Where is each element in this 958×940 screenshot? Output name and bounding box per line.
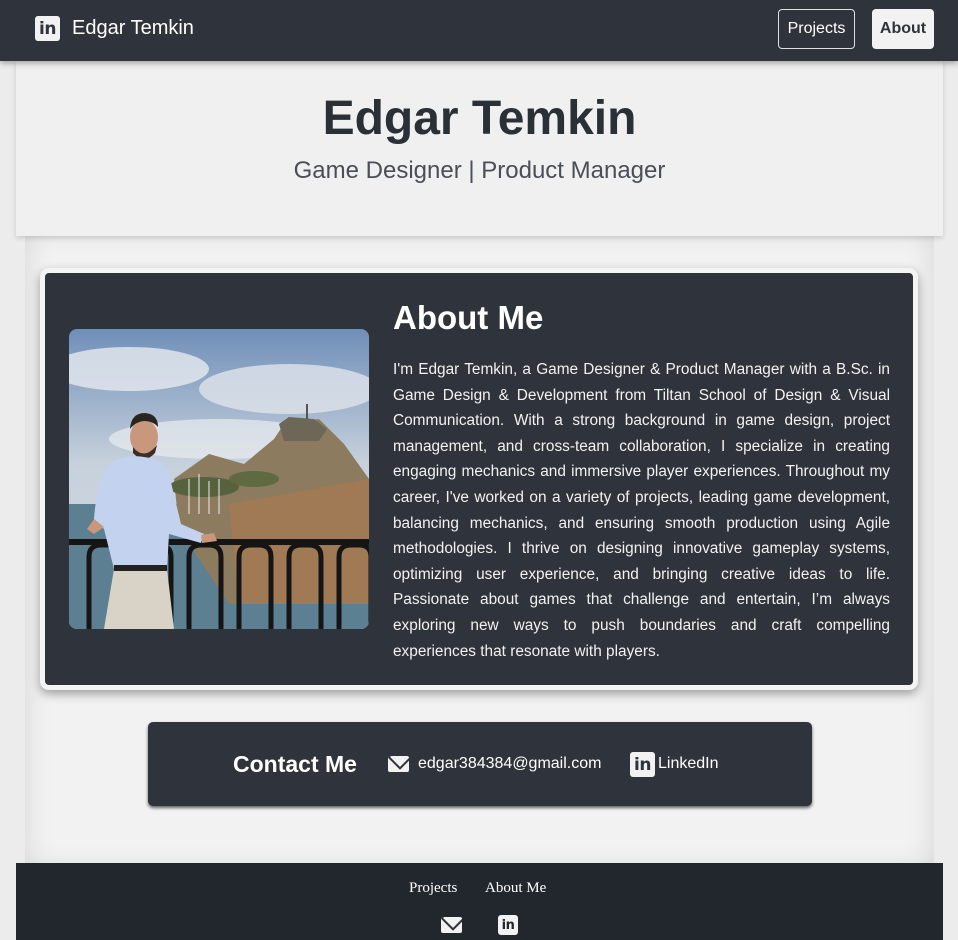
linkedin-icon[interactable]: in xyxy=(498,915,518,935)
contact-bar: Contact Me edgar384384@gmail.com in Link… xyxy=(148,722,812,806)
linkedin-icon[interactable]: in xyxy=(35,16,60,41)
contact-email-link[interactable]: edgar384384@gmail.com xyxy=(418,755,601,773)
about-text: I'm Edgar Temkin, a Game Designer & Prod… xyxy=(393,361,890,660)
page-title: Edgar Temkin xyxy=(322,92,637,145)
brand[interactable]: in Edgar Temkin xyxy=(35,16,194,41)
footer: Projects About Me in xyxy=(16,863,943,940)
contact-linkedin-link[interactable]: LinkedIn xyxy=(658,755,719,773)
brand-name[interactable]: Edgar Temkin xyxy=(72,17,194,40)
profile-photo xyxy=(69,329,369,629)
email-icon[interactable] xyxy=(441,917,462,933)
nav-projects-button[interactable]: Projects xyxy=(778,9,855,49)
footer-about-link[interactable]: About Me xyxy=(485,880,546,897)
about-card: About Me I'm Edgar Temkin, a Game Design… xyxy=(40,268,918,690)
footer-projects-link[interactable]: Projects xyxy=(409,880,457,897)
hero-header: Edgar Temkin Game Designer | Product Man… xyxy=(16,61,943,236)
contact-title: Contact Me xyxy=(233,751,357,777)
email-icon[interactable] xyxy=(388,756,409,772)
top-navbar: in Edgar Temkin Projects About xyxy=(0,0,958,61)
nav-about-button[interactable]: About xyxy=(872,9,934,49)
about-title: About Me xyxy=(393,299,544,336)
page-subtitle: Game Designer | Product Manager xyxy=(293,157,666,184)
linkedin-icon[interactable]: in xyxy=(630,752,655,777)
